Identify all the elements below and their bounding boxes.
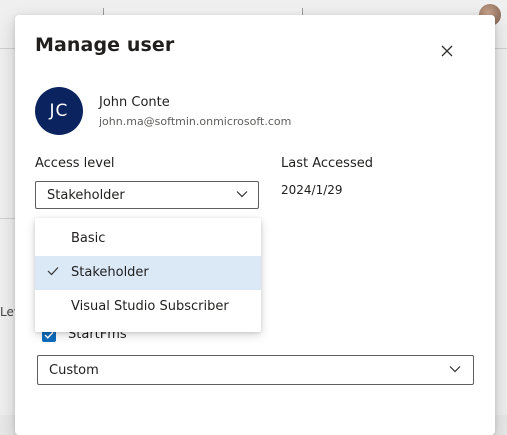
user-name: John Conte [99, 95, 170, 110]
chevron-down-icon [236, 191, 248, 198]
background-divider [0, 218, 15, 219]
access-level-label: Access level [35, 156, 115, 171]
option-basic[interactable]: Basic [35, 222, 261, 256]
access-level-dropdown[interactable]: Stakeholder [35, 181, 259, 209]
user-email: john.ma@softmin.onmicrosoft.com [99, 115, 292, 128]
close-icon [441, 45, 453, 57]
close-button[interactable] [435, 39, 459, 63]
role-selected: Custom [49, 363, 99, 378]
dialog-title: Manage user [35, 34, 175, 56]
background-divider [0, 48, 15, 49]
access-level-selected: Stakeholder [47, 188, 125, 203]
checkmark-icon [47, 267, 59, 276]
access-level-options-list: Basic Stakeholder Visual Studio Subscrib… [35, 218, 261, 332]
last-accessed-label: Last Accessed [281, 156, 373, 171]
last-accessed-value: 2024/1/29 [281, 183, 343, 197]
background-divider [495, 48, 507, 49]
option-label: Visual Studio Subscriber [71, 299, 229, 314]
manage-user-dialog: Manage user JC John Conte john.ma@softmi… [15, 15, 495, 435]
option-label: Stakeholder [71, 265, 149, 280]
option-label: Basic [71, 231, 106, 246]
role-dropdown[interactable]: Custom [37, 355, 474, 385]
chevron-down-icon [449, 366, 461, 373]
checkmark-icon [44, 331, 54, 339]
option-stakeholder[interactable]: Stakeholder [35, 256, 261, 290]
option-visual-studio-subscriber[interactable]: Visual Studio Subscriber [35, 290, 261, 324]
user-avatar: JC [35, 87, 83, 135]
